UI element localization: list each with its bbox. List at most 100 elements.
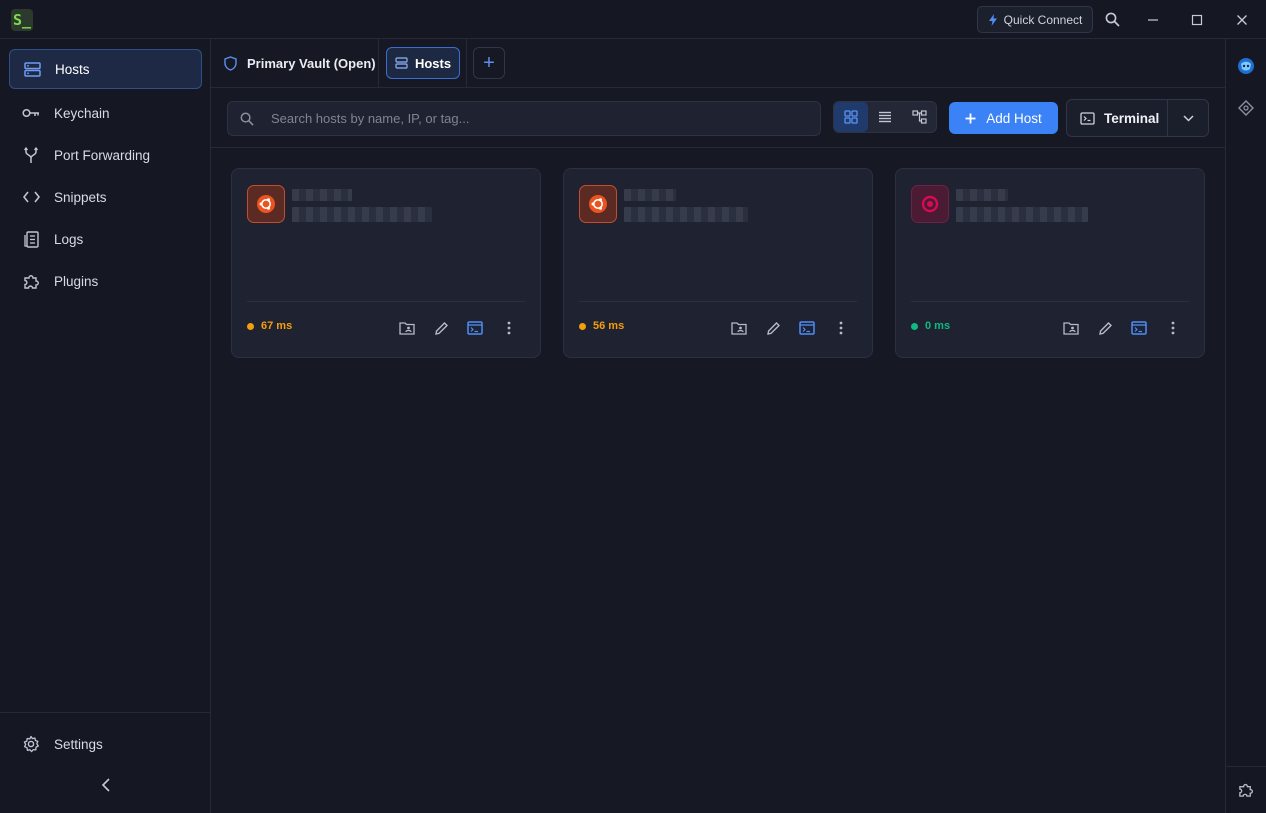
tab-label: Primary Vault (Open) xyxy=(247,56,376,71)
latency-value: 0 ms xyxy=(925,320,951,332)
tab-primary-vault[interactable]: Primary Vault (Open) xyxy=(211,39,379,88)
tree-icon xyxy=(911,110,927,124)
terminal-split-button: Terminal xyxy=(1066,99,1209,137)
sidebar-item-label: Plugins xyxy=(54,273,99,289)
ai-assistant-icon[interactable] xyxy=(1235,55,1257,77)
ubuntu-icon xyxy=(579,185,617,223)
redacted-host-address xyxy=(292,207,432,222)
list-view-button[interactable] xyxy=(868,102,902,132)
status-dot xyxy=(911,322,918,330)
sidebar-item-label: Port Forwarding xyxy=(54,147,151,163)
hosts-toolbar: Add Host Terminal xyxy=(211,89,1225,148)
redacted-host-name xyxy=(956,189,1008,201)
sidebar: Hosts Keychain Port Forwarding Snippets … xyxy=(0,39,211,813)
terminal-icon[interactable] xyxy=(795,316,819,340)
terminal-icon[interactable] xyxy=(1127,316,1151,340)
folder-user-icon[interactable] xyxy=(1059,316,1083,340)
search-box xyxy=(227,101,821,136)
search-icon xyxy=(240,112,254,126)
status-dot xyxy=(247,322,254,330)
host-card[interactable]: 56 ms xyxy=(563,168,873,358)
sidebar-item-snippets[interactable]: Snippets xyxy=(9,177,202,217)
maximize-icon[interactable] xyxy=(1183,6,1211,33)
sidebar-item-settings[interactable]: Settings xyxy=(9,724,202,764)
minimize-icon[interactable] xyxy=(1139,6,1167,33)
sidebar-item-keychain[interactable]: Keychain xyxy=(9,93,202,133)
grid-view-button[interactable] xyxy=(834,102,868,132)
host-card[interactable]: 0 ms xyxy=(895,168,1205,358)
host-card[interactable]: 67 ms xyxy=(231,168,541,358)
folder-user-icon[interactable] xyxy=(395,316,419,340)
edit-icon[interactable] xyxy=(1093,316,1117,340)
edit-icon[interactable] xyxy=(429,316,453,340)
add-host-button[interactable]: Add Host xyxy=(949,102,1058,134)
redacted-host-name xyxy=(292,189,352,201)
folder-user-icon[interactable] xyxy=(727,316,751,340)
card-divider xyxy=(579,301,857,302)
terminal-options-dropdown[interactable] xyxy=(1168,114,1208,122)
terminal-icon xyxy=(1080,111,1095,125)
add-host-label: Add Host xyxy=(986,110,1042,126)
sidebar-item-label: Hosts xyxy=(55,61,90,77)
document-icon xyxy=(22,230,40,248)
quick-connect-button[interactable]: Quick Connect xyxy=(977,6,1093,33)
right-sidebar xyxy=(1225,39,1266,813)
tree-view-button[interactable] xyxy=(902,102,936,132)
key-icon xyxy=(22,104,40,122)
sidebar-item-port-forwarding[interactable]: Port Forwarding xyxy=(9,135,202,175)
shield-icon xyxy=(224,56,237,71)
tab-divider xyxy=(466,39,467,88)
close-icon[interactable] xyxy=(1228,6,1256,33)
latency-indicator: 56 ms xyxy=(579,320,624,332)
card-actions xyxy=(1059,316,1185,340)
latency-value: 56 ms xyxy=(593,320,625,332)
terminal-label: Terminal xyxy=(1104,110,1160,126)
status-dot xyxy=(579,322,586,330)
debian-icon xyxy=(911,185,949,223)
more-vertical-icon[interactable] xyxy=(829,316,853,340)
quick-connect-label: Quick Connect xyxy=(1003,12,1083,27)
sidebar-footer: Settings xyxy=(0,712,210,813)
terminal-icon[interactable] xyxy=(463,316,487,340)
edit-icon[interactable] xyxy=(761,316,785,340)
sidebar-item-hosts[interactable]: Hosts xyxy=(9,49,202,89)
diamond-nav-icon[interactable] xyxy=(1235,97,1257,119)
grid-icon xyxy=(844,110,858,124)
redacted-host-address xyxy=(956,207,1088,222)
redacted-host-name xyxy=(624,189,676,201)
tab-label: Hosts xyxy=(414,55,452,71)
more-vertical-icon[interactable] xyxy=(497,316,521,340)
search-input[interactable] xyxy=(271,111,791,126)
view-mode-switcher xyxy=(833,101,937,133)
card-divider xyxy=(911,301,1189,302)
card-divider xyxy=(247,301,525,302)
sidebar-item-label: Snippets xyxy=(54,189,107,205)
redacted-host-address xyxy=(624,207,748,222)
code-icon xyxy=(22,188,40,206)
tab-hosts[interactable]: Hosts xyxy=(386,47,460,79)
puzzle-icon[interactable] xyxy=(1235,779,1257,801)
app-logo: S_ xyxy=(11,9,33,31)
latency-indicator: 0 ms xyxy=(911,320,950,332)
more-vertical-icon[interactable] xyxy=(1161,316,1185,340)
title-bar: S_ Quick Connect xyxy=(0,0,1266,39)
list-icon xyxy=(879,111,891,123)
tab-bar: Primary Vault (Open) Hosts + xyxy=(211,39,1225,88)
card-actions xyxy=(395,316,521,340)
collapse-sidebar-icon[interactable] xyxy=(94,773,118,797)
sidebar-item-label: Settings xyxy=(54,736,103,752)
sidebar-item-logs[interactable]: Logs xyxy=(9,219,202,259)
new-tab-button[interactable]: + xyxy=(473,47,505,79)
server-icon xyxy=(23,60,41,78)
puzzle-icon xyxy=(22,272,40,290)
sidebar-item-plugins[interactable]: Plugins xyxy=(9,261,202,301)
server-icon xyxy=(395,57,408,69)
search-icon[interactable] xyxy=(1098,6,1126,33)
latency-value: 67 ms xyxy=(261,320,293,332)
plus-icon xyxy=(965,113,976,123)
open-terminal-button[interactable]: Terminal xyxy=(1067,100,1168,136)
ubuntu-icon xyxy=(247,185,285,223)
latency-indicator: 67 ms xyxy=(247,320,292,332)
sidebar-item-label: Logs xyxy=(54,231,84,247)
sidebar-item-label: Keychain xyxy=(54,105,110,121)
